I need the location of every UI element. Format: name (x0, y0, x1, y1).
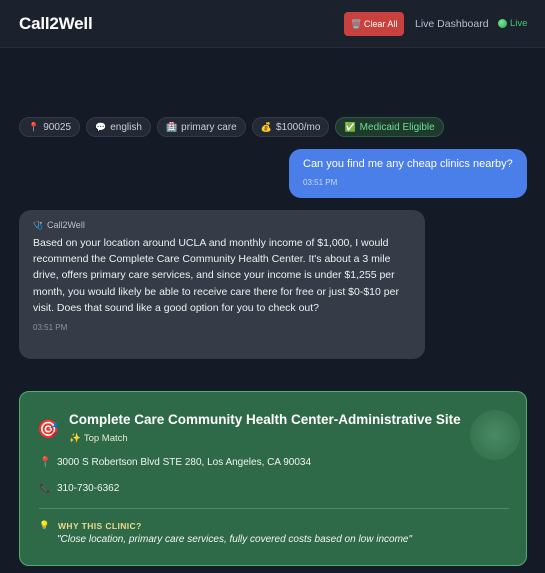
assistant-name-row: 🩺 Call2Well (33, 220, 411, 230)
money-bag-icon: 💰 (260, 121, 272, 132)
clinic-address: 3000 S Robertson Blvd STE 280, Los Angel… (57, 457, 312, 468)
top-match-label: Top Match (83, 433, 128, 444)
chip-label: primary care (181, 121, 237, 133)
user-message-time: 03:51 PM (303, 178, 338, 187)
why-text: "Close location, primary care services, … (57, 534, 413, 545)
clinic-name: Complete Care Community Health Center-Ad… (69, 412, 461, 427)
card-divider (39, 508, 509, 509)
chip-medicaid: ✅ Medicaid Eligible (335, 117, 444, 137)
clinic-phone-row[interactable]: 📞 310-730-6362 (39, 483, 119, 494)
speech-bubble-icon: 💬 (95, 121, 107, 132)
clinic-phone[interactable]: 310-730-6362 (57, 483, 119, 494)
stethoscope-icon: 🩺 (33, 220, 43, 230)
why-heading: WHY THIS CLINIC? (57, 520, 142, 531)
clinic-card[interactable]: 🎯 Complete Care Community Health Center-… (19, 391, 527, 566)
live-label: Live (510, 18, 528, 29)
hospital-icon: 🏥 (165, 121, 178, 132)
chip-income: 💰 $1000/mo (251, 117, 330, 137)
clinic-address-row: 📍 3000 S Robertson Blvd STE 280, Los Ang… (39, 457, 311, 468)
clear-all-button[interactable]: 🗑️ Clear All (344, 12, 404, 36)
chip-care-type: 🏥 primary care (156, 117, 246, 137)
chip-zipcode: 📍 90025 (19, 117, 81, 137)
chip-language: 💬 english (86, 117, 151, 137)
user-message-text: Can you find me any cheap clinics nearby… (303, 158, 513, 170)
user-message: Can you find me any cheap clinics nearby… (289, 149, 527, 198)
context-chips: 📍 90025 💬 english 🏥 primary care 💰 $1000… (19, 117, 444, 137)
live-dashboard-link[interactable]: Live Dashboard (415, 18, 489, 30)
trash-icon: 🗑️ (350, 18, 362, 29)
assistant-message: 🩺 Call2Well Based on your location aroun… (19, 210, 425, 359)
card-glow (470, 410, 520, 460)
live-dot-icon (498, 19, 507, 28)
target-icon: 🎯 (37, 419, 60, 439)
chip-label: english (110, 121, 142, 133)
chip-label: $1000/mo (275, 121, 321, 133)
pin-icon: 📍 (28, 121, 40, 132)
lightbulb-icon: 💡 (39, 520, 50, 530)
chip-label: 90025 (43, 121, 72, 133)
assistant-name: Call2Well (46, 220, 85, 230)
phone-icon: 📞 (39, 483, 52, 494)
sparkles-icon: ✨ (69, 433, 81, 444)
top-match-badge: ✨ Top Match (69, 433, 128, 444)
clear-all-label: Clear All (363, 19, 398, 29)
assistant-message-text: Based on your location around UCLA and m… (33, 237, 399, 314)
why-heading-row: 💡 WHY THIS CLINIC? (39, 520, 142, 531)
pin-icon: 📍 (39, 457, 52, 468)
check-icon: ✅ (344, 121, 356, 132)
app-header: Call2Well 🗑️ Clear All Live Dashboard Li… (0, 0, 545, 48)
assistant-message-time: 03:51 PM (33, 323, 68, 333)
chip-label: Medicaid Eligible (359, 121, 435, 133)
app-logo: Call2Well (19, 14, 93, 33)
live-status: Live (498, 18, 527, 29)
